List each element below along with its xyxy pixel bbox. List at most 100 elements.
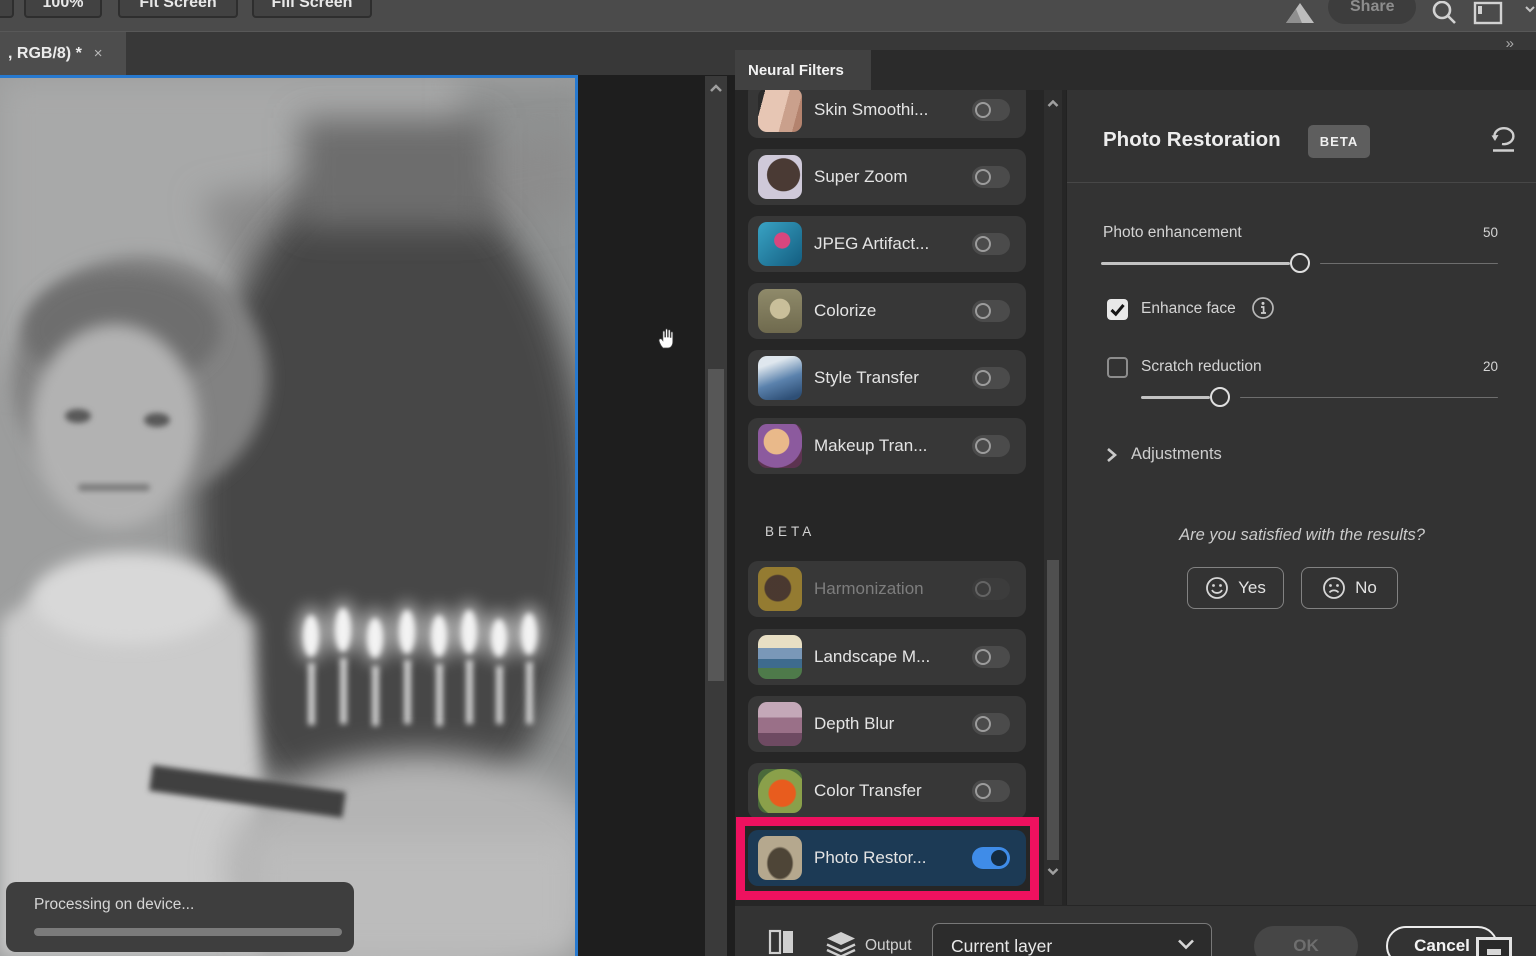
app-toolbar: 100% Fit Screen Fill Screen Share <box>0 0 1536 32</box>
filter-thumbnail <box>758 836 802 880</box>
smiley-face-icon <box>1205 576 1229 600</box>
filter-thumbnail <box>758 424 802 468</box>
filter-label: Makeup Tran... <box>814 418 927 474</box>
filter-label: Skin Smoothi... <box>814 90 928 138</box>
filter-item-photo-restoration[interactable]: Photo Restor... <box>748 830 1026 886</box>
filter-list-panel: Skin Smoothi... Super Zoom JPEG Artifact… <box>735 90 1066 905</box>
enhance-face-label: Enhance face <box>1141 300 1236 318</box>
canvas-vertical-scrollbar[interactable] <box>705 76 727 956</box>
slider-knob[interactable] <box>1210 387 1230 407</box>
scratch-reduction-label: Scratch reduction <box>1141 358 1262 376</box>
filter-label: Harmonization <box>814 561 924 617</box>
filter-item-colorize[interactable]: Colorize <box>748 283 1026 339</box>
filter-item-style-transfer[interactable]: Style Transfer <box>748 350 1026 406</box>
filter-toggle[interactable] <box>972 847 1010 869</box>
filter-item-depth-blur[interactable]: Depth Blur <box>748 696 1026 752</box>
filter-item-harmonization[interactable]: Harmonization <box>748 561 1026 617</box>
photo-canvas[interactable]: Processing on device... <box>0 75 578 956</box>
filter-toggle[interactable] <box>972 233 1010 255</box>
filter-thumbnail <box>758 155 802 199</box>
scroll-up-icon[interactable] <box>709 84 723 93</box>
check-icon <box>1107 299 1128 320</box>
filter-toggle[interactable] <box>972 713 1010 735</box>
hand-tool-cursor <box>655 326 679 352</box>
fit-screen-button[interactable]: Fit Screen <box>118 0 238 18</box>
filter-toggle[interactable] <box>972 300 1010 322</box>
photo-enhancement-label: Photo enhancement <box>1103 224 1242 242</box>
reset-icon[interactable] <box>1488 126 1518 156</box>
filter-thumbnail <box>758 702 802 746</box>
dialog-footer: Output Current layer OK Cancel <box>735 905 1536 956</box>
filter-thumbnail <box>758 635 802 679</box>
frowny-face-icon <box>1322 576 1346 600</box>
scratch-reduction-slider[interactable] <box>1141 387 1498 407</box>
filter-item-skin-smoothing[interactable]: Skin Smoothi... <box>748 90 1026 138</box>
feedback-no-button[interactable]: No <box>1301 567 1398 609</box>
filter-label: Super Zoom <box>814 149 908 205</box>
filter-label: Photo Restor... <box>814 830 926 886</box>
chevron-down-icon[interactable] <box>1524 4 1536 14</box>
fill-screen-button[interactable]: Fill Screen <box>252 0 372 18</box>
slider-knob[interactable] <box>1290 253 1310 273</box>
filter-toggle[interactable] <box>972 166 1010 188</box>
enhance-face-checkbox[interactable] <box>1107 299 1128 320</box>
photo-enhancement-slider[interactable] <box>1101 253 1498 273</box>
share-button[interactable]: Share <box>1328 0 1416 24</box>
document-tab-label: , RGB/8) * <box>8 45 82 63</box>
expand-chevron-icon[interactable] <box>1105 447 1117 463</box>
photo-enhancement-value: 50 <box>1483 225 1498 240</box>
filter-label: Depth Blur <box>814 696 894 752</box>
photoshop-window: 100% Fit Screen Fill Screen Share , RGB/… <box>0 0 1536 956</box>
chevron-down-icon <box>1177 938 1195 950</box>
document-tab[interactable]: , RGB/8) * × <box>0 32 126 75</box>
filter-label: Style Transfer <box>814 350 919 406</box>
scrollbar-thumb[interactable] <box>708 369 724 681</box>
filter-thumbnail <box>758 769 802 813</box>
yes-label: Yes <box>1238 578 1266 598</box>
scroll-up-icon[interactable] <box>1047 100 1059 108</box>
filter-label: Color Transfer <box>814 763 922 819</box>
filter-item-jpeg-artifacts[interactable]: JPEG Artifact... <box>748 216 1026 272</box>
zoom-level-button[interactable]: 100% <box>24 0 102 18</box>
split-preview-icon[interactable] <box>768 929 796 955</box>
output-selected-value: Current layer <box>951 936 1052 956</box>
processing-toast: Processing on device... <box>6 882 354 952</box>
filter-toggle[interactable] <box>972 646 1010 668</box>
search-icon[interactable] <box>1430 1 1458 27</box>
filter-label: Colorize <box>814 283 876 339</box>
adjustments-section[interactable]: Adjustments <box>1131 445 1222 464</box>
close-icon[interactable]: × <box>94 45 103 62</box>
scratch-reduction-checkbox[interactable] <box>1107 357 1128 378</box>
filter-item-super-zoom[interactable]: Super Zoom <box>748 149 1026 205</box>
filter-list-scrollbar[interactable] <box>1044 90 1062 905</box>
filter-toggle[interactable] <box>972 780 1010 802</box>
filter-label: JPEG Artifact... <box>814 216 929 272</box>
filter-item-color-transfer[interactable]: Color Transfer <box>748 763 1026 819</box>
filter-toggle[interactable] <box>972 99 1010 121</box>
feedback-yes-button[interactable]: Yes <box>1187 567 1284 609</box>
image-preview-icon[interactable] <box>1283 1 1317 25</box>
output-destination-select[interactable]: Current layer <box>932 923 1212 956</box>
scroll-down-icon[interactable] <box>1047 867 1059 875</box>
beta-badge: BETA <box>1308 125 1370 158</box>
filter-thumbnail <box>758 289 802 333</box>
filter-item-makeup-transfer[interactable]: Makeup Tran... <box>748 418 1026 474</box>
filter-thumbnail <box>758 222 802 266</box>
filter-toggle[interactable] <box>972 367 1010 389</box>
neural-filters-tab[interactable]: Neural Filters <box>735 50 871 90</box>
workspace-switcher-icon[interactable] <box>1472 1 1504 27</box>
scrollbar-thumb[interactable] <box>1047 560 1059 860</box>
canvas-pasteboard[interactable]: Processing on device... <box>0 75 735 956</box>
filter-thumbnail <box>758 90 802 132</box>
info-icon[interactable] <box>1251 296 1275 320</box>
filter-toggle[interactable] <box>972 435 1010 457</box>
panel-title: Photo Restoration <box>1103 128 1281 152</box>
scratch-reduction-value: 20 <box>1483 359 1498 374</box>
partial-toolbar-button[interactable] <box>0 0 14 18</box>
filter-item-landscape-mixer[interactable]: Landscape M... <box>748 629 1026 685</box>
processing-progress-bar <box>34 928 342 936</box>
ok-button[interactable]: OK <box>1254 926 1358 956</box>
screen-corner-marker-icon <box>1476 937 1512 956</box>
layers-icon[interactable] <box>826 931 856 956</box>
divider <box>1067 182 1536 183</box>
